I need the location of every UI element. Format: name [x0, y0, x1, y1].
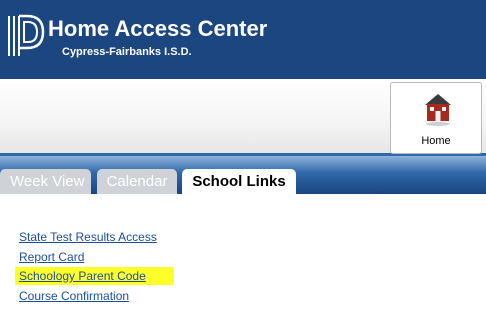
tab-week-view[interactable]: Week View [0, 169, 91, 194]
home-button[interactable]: Home [390, 82, 482, 154]
app-header: Home Access Center Cypress-Fairbanks I.S… [0, 0, 486, 79]
tab-school-links[interactable]: School Links [182, 169, 296, 194]
app-title: Home Access Center [48, 16, 268, 41]
tab-calendar[interactable]: Calendar [97, 169, 177, 194]
logo-icon [8, 14, 45, 56]
home-label: Home [421, 135, 451, 147]
district-name: Cypress-Fairbanks I.S.D. [62, 46, 192, 58]
link-report-card[interactable]: Report Card [19, 250, 84, 264]
link-course-confirmation[interactable]: Course Confirmation [19, 289, 129, 303]
tab-bar: Week View Calendar School Links [0, 156, 486, 194]
home-icon [425, 94, 451, 126]
link-state-test-results[interactable]: State Test Results Access [19, 230, 157, 244]
link-schoology-parent-code[interactable]: Schoology Parent Code [19, 269, 146, 283]
